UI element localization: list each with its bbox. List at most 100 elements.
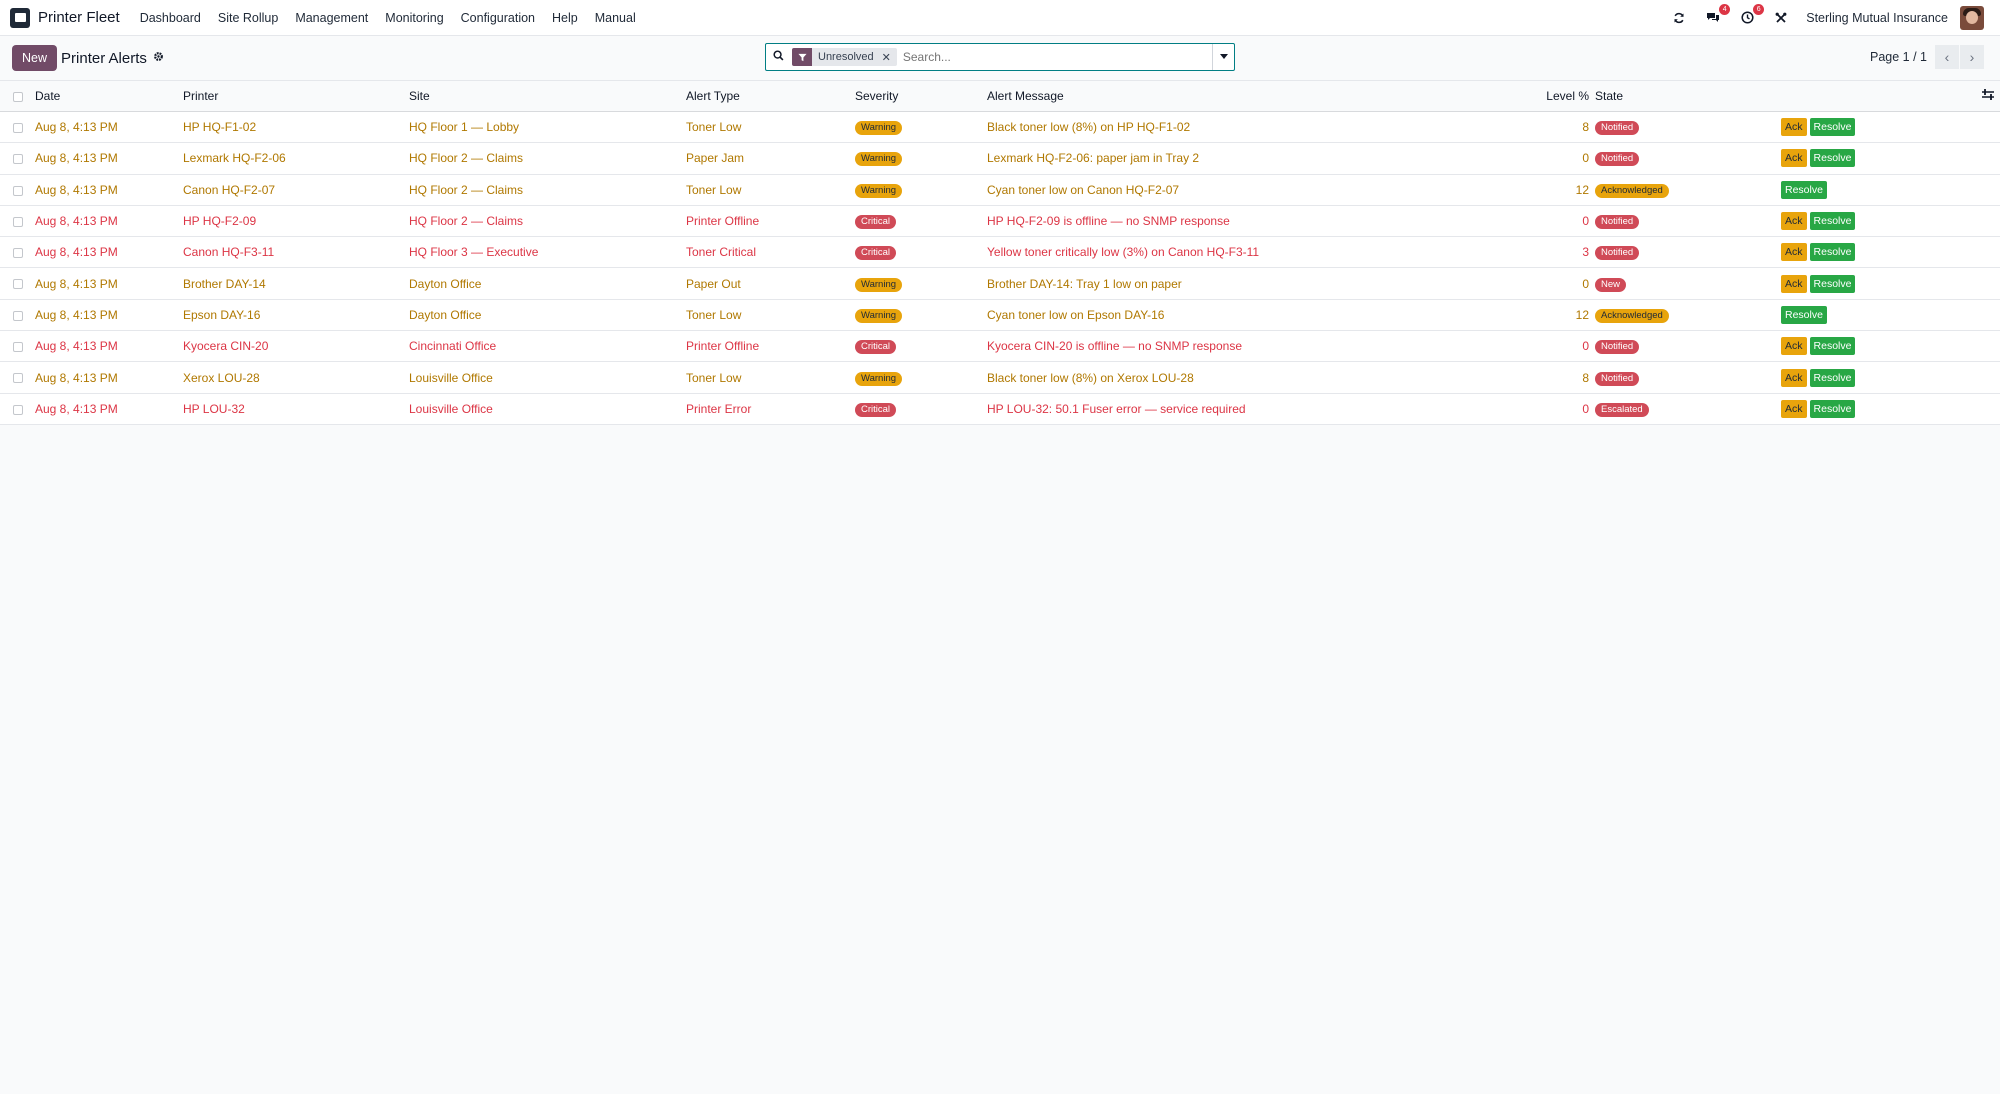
cell-alert-message[interactable]: HP LOU-32: 50.1 Fuser error — service re… bbox=[987, 393, 1417, 425]
cell-alert-type[interactable]: Toner Critical bbox=[686, 236, 855, 269]
cell-site[interactable]: Louisville Office bbox=[409, 393, 686, 425]
column-site[interactable]: Site bbox=[409, 80, 686, 112]
resolve-button[interactable]: Resolve bbox=[1809, 212, 1856, 231]
cell-date[interactable]: Aug 8, 4:13 PM bbox=[35, 142, 183, 175]
ack-button[interactable]: Ack bbox=[1781, 118, 1807, 137]
ack-button[interactable]: Ack bbox=[1781, 274, 1807, 293]
cell-date[interactable]: Aug 8, 4:13 PM bbox=[35, 174, 183, 206]
search-input[interactable] bbox=[902, 45, 1212, 69]
row-checkbox[interactable] bbox=[13, 373, 23, 384]
cell-site[interactable]: HQ Floor 1 — Lobby bbox=[409, 111, 686, 144]
cell-printer[interactable]: HP LOU-32 bbox=[183, 393, 409, 425]
cell-level[interactable]: 8 bbox=[1417, 111, 1595, 144]
menu-manual[interactable]: Manual bbox=[595, 11, 636, 25]
ack-button[interactable]: Ack bbox=[1781, 149, 1807, 168]
cell-level[interactable]: 0 bbox=[1417, 205, 1595, 238]
column-severity[interactable]: Severity bbox=[855, 80, 987, 112]
refresh-icon[interactable] bbox=[1670, 9, 1688, 27]
cell-alert-type[interactable]: Toner Low bbox=[686, 174, 855, 206]
cell-site[interactable]: HQ Floor 2 — Claims bbox=[409, 205, 686, 238]
menu-monitoring[interactable]: Monitoring bbox=[385, 11, 443, 25]
pager-value[interactable]: Page 1 / 1 bbox=[1870, 50, 1927, 64]
menu-configuration[interactable]: Configuration bbox=[461, 11, 535, 25]
row-checkbox[interactable] bbox=[13, 122, 23, 133]
table-row[interactable]: Aug 8, 4:13 PM Brother DAY-14 Dayton Offic… bbox=[0, 267, 2000, 300]
cell-alert-message[interactable]: Kyocera CIN-20 is offline — no SNMP resp… bbox=[987, 330, 1417, 363]
cell-alert-message[interactable]: Cyan toner low on Canon HQ-F2-07 bbox=[987, 174, 1417, 206]
new-button[interactable]: New bbox=[12, 45, 58, 71]
resolve-button[interactable]: Resolve bbox=[1809, 337, 1856, 356]
select-all-checkbox[interactable] bbox=[13, 91, 23, 102]
column-alert-type[interactable]: Alert Type bbox=[686, 80, 855, 112]
cell-date[interactable]: Aug 8, 4:13 PM bbox=[35, 361, 183, 394]
chat-icon[interactable]: 4 bbox=[1704, 3, 1731, 27]
cell-level[interactable]: 0 bbox=[1417, 267, 1595, 300]
tools-icon[interactable] bbox=[1772, 9, 1790, 27]
cell-site[interactable]: Dayton Office bbox=[409, 299, 686, 332]
menu-help[interactable]: Help bbox=[552, 11, 578, 25]
cell-printer[interactable]: Xerox LOU-28 bbox=[183, 361, 409, 394]
row-checkbox[interactable] bbox=[13, 185, 23, 196]
cell-level[interactable]: 0 bbox=[1417, 393, 1595, 425]
resolve-button[interactable]: Resolve bbox=[1809, 274, 1856, 293]
table-row[interactable]: Aug 8, 4:13 PM HP HQ-F1-02 HQ Floor 1 — Lo… bbox=[0, 111, 2000, 144]
resolve-button[interactable]: Resolve bbox=[1809, 399, 1856, 418]
cell-date[interactable]: Aug 8, 4:13 PM bbox=[35, 330, 183, 363]
ack-button[interactable]: Ack bbox=[1781, 337, 1807, 356]
cell-printer[interactable]: Epson DAY-16 bbox=[183, 299, 409, 332]
resolve-button[interactable]: Resolve bbox=[1809, 368, 1856, 387]
cell-alert-message[interactable]: Yellow toner critically low (3%) on Cano… bbox=[987, 236, 1417, 269]
cell-level[interactable]: 3 bbox=[1417, 236, 1595, 269]
ack-button[interactable]: Ack bbox=[1781, 368, 1807, 387]
column-alert-message[interactable]: Alert Message bbox=[987, 80, 1417, 112]
cell-site[interactable]: Dayton Office bbox=[409, 267, 686, 300]
cell-printer[interactable]: Canon HQ-F2-07 bbox=[183, 174, 409, 206]
table-row[interactable]: Aug 8, 4:13 PM Kyocera CIN-20 Cincinnati O… bbox=[0, 330, 2000, 363]
column-level[interactable]: Level % bbox=[1417, 80, 1595, 112]
cell-alert-message[interactable]: Black toner low (8%) on HP HQ-F1-02 bbox=[987, 111, 1417, 144]
column-date[interactable]: Date bbox=[35, 80, 183, 112]
cell-alert-type[interactable]: Printer Error bbox=[686, 393, 855, 425]
cell-date[interactable]: Aug 8, 4:13 PM bbox=[35, 111, 183, 144]
cell-printer[interactable]: Canon HQ-F3-11 bbox=[183, 236, 409, 269]
cell-alert-type[interactable]: Paper Jam bbox=[686, 142, 855, 175]
menu-site-rollup[interactable]: Site Rollup bbox=[218, 11, 278, 25]
resolve-button[interactable]: Resolve bbox=[1781, 180, 1827, 199]
cell-printer[interactable]: HP HQ-F1-02 bbox=[183, 111, 409, 144]
sliders-icon[interactable] bbox=[1982, 89, 1994, 103]
search-options-toggle[interactable] bbox=[1212, 44, 1234, 70]
cell-date[interactable]: Aug 8, 4:13 PM bbox=[35, 299, 183, 332]
avatar[interactable] bbox=[1960, 5, 1984, 30]
cell-level[interactable]: 12 bbox=[1417, 299, 1595, 332]
table-row[interactable]: Aug 8, 4:13 PM HP LOU-32 Louisville Office… bbox=[0, 393, 2000, 425]
ack-button[interactable]: Ack bbox=[1781, 212, 1807, 231]
row-checkbox[interactable] bbox=[13, 248, 23, 259]
resolve-button[interactable]: Resolve bbox=[1781, 305, 1827, 324]
gear-icon[interactable] bbox=[153, 51, 164, 65]
cell-printer[interactable]: Brother DAY-14 bbox=[183, 267, 409, 300]
cell-site[interactable]: Louisville Office bbox=[409, 361, 686, 394]
cell-alert-message[interactable]: HP HQ-F2-09 is offline — no SNMP respons… bbox=[987, 205, 1417, 238]
app-title[interactable]: Printer Fleet bbox=[38, 9, 120, 26]
printer-app-icon[interactable] bbox=[10, 7, 30, 28]
cell-site[interactable]: HQ Floor 3 — Executive bbox=[409, 236, 686, 269]
cell-alert-type[interactable]: Toner Low bbox=[686, 361, 855, 394]
cell-level[interactable]: 0 bbox=[1417, 142, 1595, 175]
remove-facet-button[interactable]: ✕ bbox=[879, 48, 897, 66]
ack-button[interactable]: Ack bbox=[1781, 399, 1807, 418]
row-checkbox[interactable] bbox=[13, 279, 23, 290]
cell-site[interactable]: HQ Floor 2 — Claims bbox=[409, 174, 686, 206]
cell-alert-message[interactable]: Cyan toner low on Epson DAY-16 bbox=[987, 299, 1417, 332]
table-row[interactable]: Aug 8, 4:13 PM Epson DAY-16 Dayton Office T… bbox=[0, 299, 2000, 332]
cell-alert-type[interactable]: Printer Offline bbox=[686, 330, 855, 363]
cell-alert-message[interactable]: Black toner low (8%) on Xerox LOU-28 bbox=[987, 361, 1417, 394]
table-row[interactable]: Aug 8, 4:13 PM Xerox LOU-28 Louisville Off… bbox=[0, 361, 2000, 394]
cell-level[interactable]: 8 bbox=[1417, 361, 1595, 394]
company-name[interactable]: Sterling Mutual Insurance bbox=[1806, 11, 1948, 25]
cell-level[interactable]: 12 bbox=[1417, 174, 1595, 206]
row-checkbox[interactable] bbox=[13, 154, 23, 165]
resolve-button[interactable]: Resolve bbox=[1809, 118, 1856, 137]
cell-date[interactable]: Aug 8, 4:13 PM bbox=[35, 393, 183, 425]
cell-level[interactable]: 0 bbox=[1417, 330, 1595, 363]
cell-printer[interactable]: Lexmark HQ-F2-06 bbox=[183, 142, 409, 175]
